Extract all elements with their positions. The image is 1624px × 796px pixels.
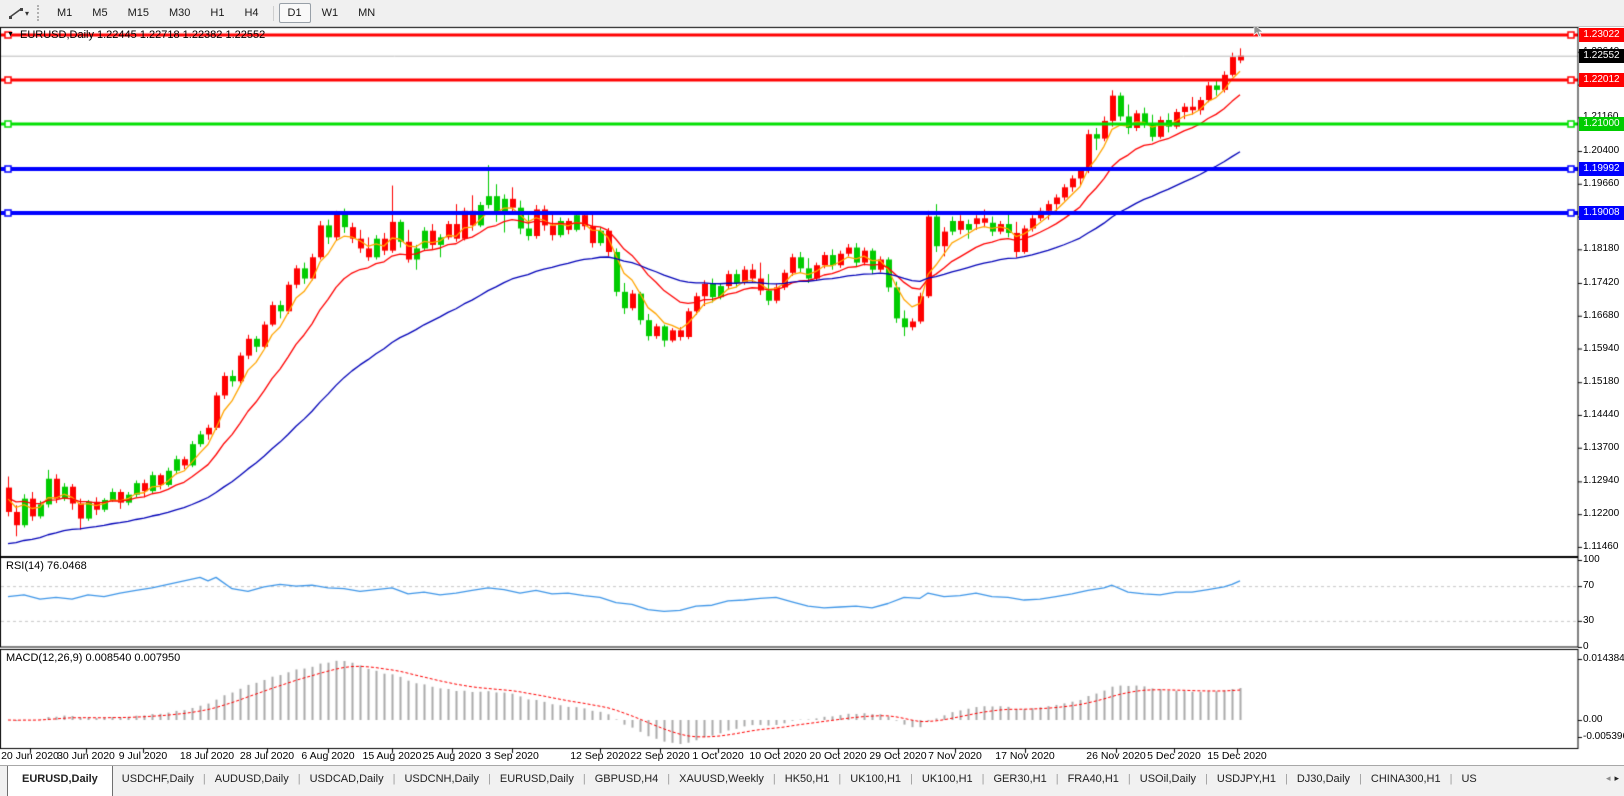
tab-usdjpy-h1[interactable]: USDJPY,H1: [1208, 766, 1285, 796]
tab-gbpusd-h4[interactable]: GBPUSD,H4: [586, 766, 668, 796]
time-axis-label: 15 Dec 2020: [1207, 750, 1267, 762]
tab-hk50-h1[interactable]: HK50,H1: [776, 766, 839, 796]
timeframe-button-mn[interactable]: MN: [349, 3, 384, 23]
tab-china300-h1[interactable]: CHINA300,H1: [1362, 766, 1450, 796]
trading-platform-window: ▾ M1M5M15M30H1H4 D1W1MN ▼ EURUSD,Daily 1.…: [0, 0, 1624, 796]
time-axis-label: 20 Jun 2020: [1, 750, 59, 762]
macd-scale-label: 0.014384: [1583, 653, 1624, 664]
timeframe-button-m15[interactable]: M15: [119, 3, 158, 23]
time-axis-label: 18 Jul 2020: [180, 750, 234, 762]
toolbar-separator: [273, 6, 274, 21]
tab-scroll-buttons: ◂ ▸: [1604, 771, 1621, 785]
tab-audusd-daily[interactable]: AUDUSD,Daily: [206, 766, 298, 796]
price-tick-label: 1.18180: [1583, 243, 1619, 254]
timeframe-toolbar: ▾ M1M5M15M30H1H4 D1W1MN: [0, 0, 1624, 27]
price-badge-1-21000: 1.21000: [1579, 117, 1624, 131]
one-click-trading-arrow[interactable]: ▼: [7, 31, 14, 38]
price-tick-label: 1.15180: [1583, 376, 1619, 387]
rsi-scale-label: 100: [1583, 554, 1600, 565]
time-axis-label: 12 Sep 2020: [570, 750, 630, 762]
price-tick-label: 1.16680: [1583, 310, 1619, 321]
time-axis-label: 10 Oct 2020: [749, 750, 806, 762]
price-badge-1-22012: 1.22012: [1579, 73, 1624, 87]
time-axis-label: 3 Sep 2020: [485, 750, 539, 762]
price-tick-label: 1.12940: [1583, 475, 1619, 486]
price-tick-label: 1.12200: [1583, 508, 1619, 519]
time-axis-label: 17 Nov 2020: [995, 750, 1055, 762]
macd-indicator-label: MACD(12,26,9) 0.008540 0.007950: [6, 652, 180, 664]
tab-usdcad-daily[interactable]: USDCAD,Daily: [301, 766, 393, 796]
time-axis-label: 29 Oct 2020: [869, 750, 926, 762]
timeframe-button-m5[interactable]: M5: [83, 3, 116, 23]
tab-us[interactable]: US: [1452, 766, 1485, 796]
tab-eurusd-daily[interactable]: EURUSD,Daily: [491, 766, 583, 796]
drawing-tool-button[interactable]: ▾: [6, 4, 31, 22]
tab-usdchf-daily[interactable]: USDCHF,Daily: [113, 766, 203, 796]
macd-scale-label: -0.005396: [1583, 731, 1624, 742]
tab-fra40-h1[interactable]: FRA40,H1: [1059, 766, 1128, 796]
price-tick-label: 1.15940: [1583, 343, 1619, 354]
time-axis-label: 26 Nov 2020: [1086, 750, 1146, 762]
timeframe-button-m30[interactable]: M30: [160, 3, 199, 23]
tab-uk100-h1[interactable]: UK100,H1: [841, 766, 910, 796]
price-tick-label: 1.19660: [1583, 178, 1619, 189]
timeframe-button-h4[interactable]: H4: [235, 3, 267, 23]
time-axis-label: 25 Aug 2020: [423, 750, 482, 762]
timeframe-button-d1[interactable]: D1: [279, 3, 311, 23]
chart-tab-bar: EURUSD,DailyUSDCHF,Daily|AUDUSD,Daily|US…: [0, 765, 1624, 796]
rsi-scale-label: 30: [1583, 615, 1594, 626]
toolbar-grip: [37, 5, 39, 21]
tab-ger30-h1[interactable]: GER30,H1: [985, 766, 1056, 796]
time-axis-label: 15 Aug 2020: [363, 750, 422, 762]
time-axis-label: 1 Oct 2020: [692, 750, 743, 762]
time-axis-label: 5 Dec 2020: [1147, 750, 1201, 762]
macd-pane[interactable]: [0, 649, 1578, 749]
time-axis-label: 22 Sep 2020: [630, 750, 690, 762]
time-axis-label: 30 Jun 2020: [57, 750, 115, 762]
tab-scroll-left-icon[interactable]: ◂: [1606, 771, 1611, 785]
tab-usdcnh-daily[interactable]: USDCNH,Daily: [395, 766, 488, 796]
tab-scroll-right-icon[interactable]: ▸: [1614, 771, 1619, 785]
trendline-tool-icon: [8, 6, 24, 20]
tab-dj30-daily[interactable]: DJ30,Daily: [1288, 766, 1359, 796]
rsi-scale-label: 0: [1583, 641, 1589, 652]
tab-uk100-h1[interactable]: UK100,H1: [913, 766, 982, 796]
price-badge-1-19992: 1.19992: [1579, 162, 1624, 176]
timeframe-button-h1[interactable]: H1: [201, 3, 233, 23]
price-tick-label: 1.13700: [1583, 442, 1619, 453]
time-axis-label: 7 Nov 2020: [928, 750, 982, 762]
rsi-pane[interactable]: [0, 557, 1578, 647]
tab-xauusd-weekly[interactable]: XAUUSD,Weekly: [670, 766, 773, 796]
price-tick-label: 1.17420: [1583, 277, 1619, 288]
price-tick-label: 1.20400: [1583, 145, 1619, 156]
time-axis-label: 9 Jul 2020: [119, 750, 167, 762]
price-badge-1-19008: 1.19008: [1579, 206, 1624, 220]
time-axis-label: 20 Oct 2020: [809, 750, 866, 762]
tab-eurusd-daily[interactable]: EURUSD,Daily: [7, 765, 113, 796]
chevron-down-icon[interactable]: ▾: [25, 9, 29, 18]
time-axis-label: 28 Jul 2020: [240, 750, 294, 762]
rsi-indicator-label: RSI(14) 76.0468: [6, 560, 87, 572]
macd-scale-label: 0.00: [1583, 714, 1602, 725]
rsi-scale-label: 70: [1583, 580, 1594, 591]
timeframe-button-m1[interactable]: M1: [48, 3, 81, 23]
tab-usoil-daily[interactable]: USOil,Daily: [1131, 766, 1205, 796]
price-badge-1-23022: 1.23022: [1579, 28, 1624, 42]
chart-title-ohlc: EURUSD,Daily 1.22445 1.22718 1.22382 1.2…: [20, 29, 265, 41]
price-tick-label: 1.11460: [1583, 541, 1618, 552]
main-price-pane[interactable]: [0, 27, 1578, 556]
timeframe-buttons: M1M5M15M30H1H4 D1W1MN: [47, 3, 385, 23]
price-badge-1-22552: 1.22552: [1579, 49, 1624, 63]
price-tick-label: 1.14440: [1583, 409, 1619, 420]
timeframe-button-w1[interactable]: W1: [313, 3, 348, 23]
time-axis-label: 6 Aug 2020: [301, 750, 354, 762]
